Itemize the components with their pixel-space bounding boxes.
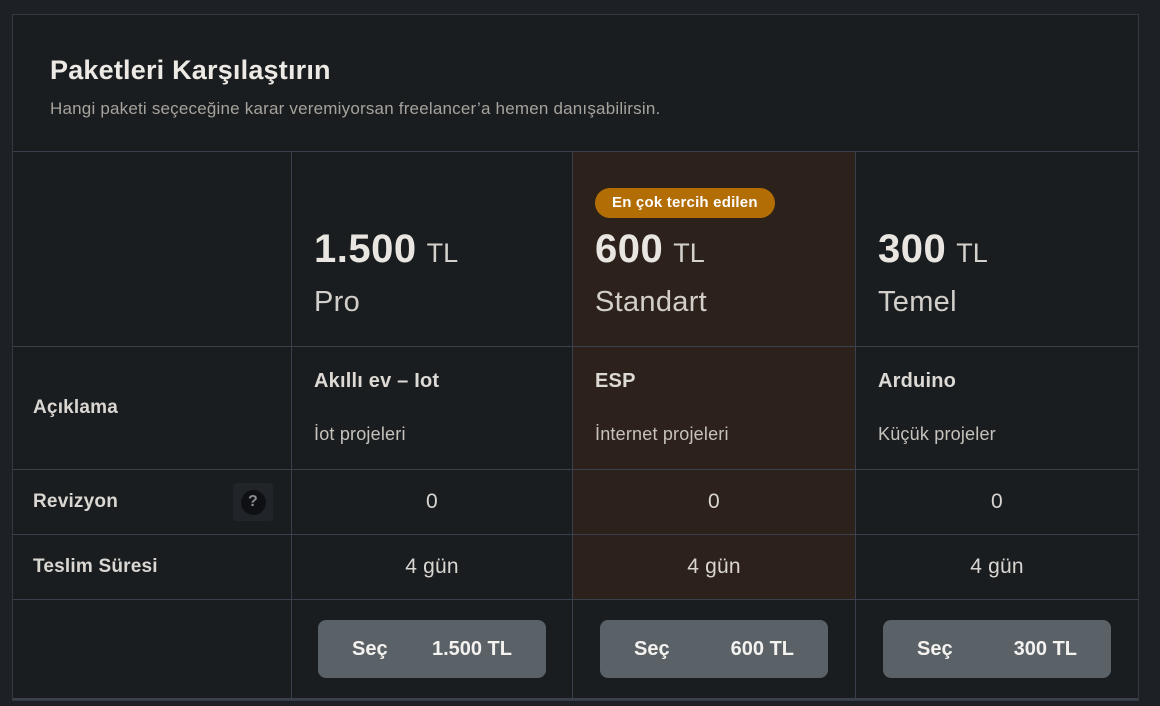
package-comparison-card: Paketleri Karşılaştırın Hangi paketi seç…: [12, 14, 1139, 701]
delivery-cell-pro: 4 gün: [292, 535, 572, 599]
footer-cell-standart: Seç 600 TL: [573, 600, 855, 698]
gig-title: ESP: [595, 370, 835, 393]
package-name-temel: Temel: [878, 286, 957, 319]
select-label: Seç: [917, 638, 953, 661]
package-header-temel: 300 TL Temel: [856, 152, 1138, 346]
revision-help-button[interactable]: ?: [233, 483, 273, 521]
description-cell-temel: Arduino Küçük projeler: [856, 347, 1138, 469]
select-price: 600 TL: [731, 638, 794, 661]
price-standart: 600 TL: [595, 227, 705, 272]
gig-title: Arduino: [878, 370, 1118, 393]
gig-subtitle: İot projeleri: [314, 424, 552, 445]
price-amount: 300: [878, 227, 946, 272]
page-title: Paketleri Karşılaştırın: [50, 55, 1138, 86]
comparison-table: 1.500 TL Pro En çok tercih edilen 600 TL…: [13, 152, 1138, 700]
price-pro: 1.500 TL: [314, 227, 458, 272]
revision-cell-temel: 0: [856, 470, 1138, 534]
package-header-standart: En çok tercih edilen 600 TL Standart: [573, 152, 855, 346]
comparison-header: Paketleri Karşılaştırın Hangi paketi seç…: [13, 15, 1138, 152]
row-label-revision: Revizyon ?: [13, 470, 291, 534]
price-currency: TL: [673, 238, 705, 269]
package-header-pro: 1.500 TL Pro: [292, 152, 572, 346]
delivery-cell-temel: 4 gün: [856, 535, 1138, 599]
most-preferred-badge: En çok tercih edilen: [595, 188, 775, 218]
price-amount: 1.500: [314, 227, 417, 272]
gig-subtitle: İnternet projeleri: [595, 424, 835, 445]
select-standart-button[interactable]: Seç 600 TL: [600, 620, 828, 678]
footer-empty-cell: [13, 600, 291, 698]
select-label: Seç: [352, 638, 388, 661]
select-temel-button[interactable]: Seç 300 TL: [883, 620, 1111, 678]
description-cell-standart: ESP İnternet projeleri: [573, 347, 855, 469]
corner-cell: [13, 152, 291, 346]
select-label: Seç: [634, 638, 670, 661]
footer-cell-temel: Seç 300 TL: [856, 600, 1138, 698]
row-label-text: Açıklama: [33, 397, 118, 419]
price-amount: 600: [595, 227, 663, 272]
price-currency: TL: [956, 238, 988, 269]
row-label-text: Teslim Süresi: [33, 556, 158, 578]
row-label-text: Revizyon: [33, 491, 118, 513]
page-subtitle: Hangi paketi seçeceğine karar veremiyors…: [50, 99, 1138, 119]
price-currency: TL: [427, 238, 459, 269]
package-name-standart: Standart: [595, 286, 707, 319]
row-label-delivery: Teslim Süresi: [13, 535, 291, 599]
select-price: 1.500 TL: [432, 638, 512, 661]
gig-title: Akıllı ev – Iot: [314, 370, 552, 393]
package-name-pro: Pro: [314, 286, 360, 319]
price-temel: 300 TL: [878, 227, 988, 272]
gig-subtitle: Küçük projeler: [878, 424, 1118, 445]
revision-cell-standart: 0: [573, 470, 855, 534]
footer-cell-pro: Seç 1.500 TL: [292, 600, 572, 698]
select-pro-button[interactable]: Seç 1.500 TL: [318, 620, 546, 678]
question-mark-icon: ?: [241, 490, 266, 515]
revision-cell-pro: 0: [292, 470, 572, 534]
description-cell-pro: Akıllı ev – Iot İot projeleri: [292, 347, 572, 469]
delivery-cell-standart: 4 gün: [573, 535, 855, 599]
select-price: 300 TL: [1014, 638, 1077, 661]
row-label-description: Açıklama: [13, 347, 291, 469]
